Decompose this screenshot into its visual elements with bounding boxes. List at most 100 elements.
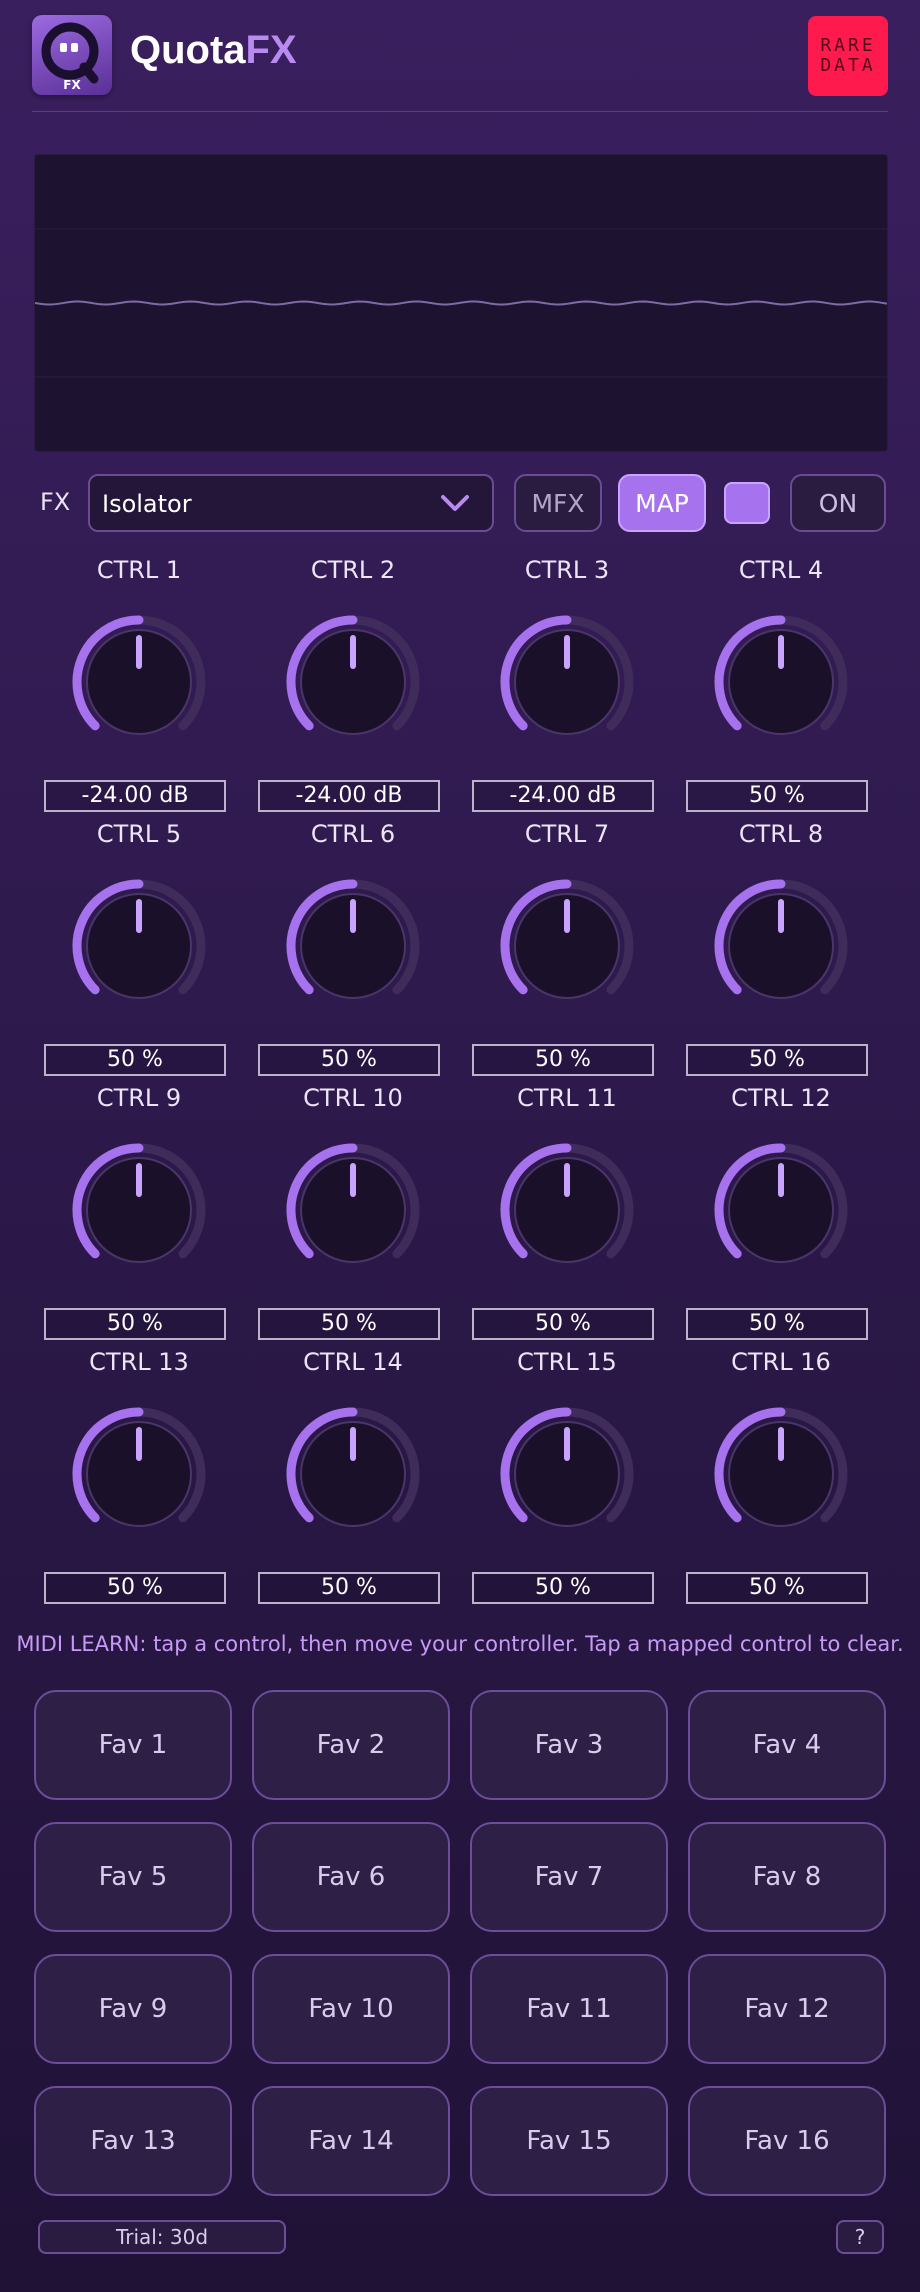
waveform-graph <box>34 228 888 378</box>
fav-button-13[interactable]: Fav 13 <box>34 2086 232 2196</box>
ctrl-12: CTRL 12 50 % <box>674 1084 888 1348</box>
knob-dial[interactable] <box>67 610 211 754</box>
waveform-line <box>34 300 888 306</box>
map-button[interactable]: MAP <box>618 474 706 532</box>
fx-select-value: Isolator <box>102 490 192 518</box>
app-logo: FX <box>32 15 112 95</box>
fav-button-1[interactable]: Fav 1 <box>34 1690 232 1800</box>
ctrl-4: CTRL 4 50 % <box>674 556 888 820</box>
fav-button-12[interactable]: Fav 12 <box>688 1954 886 2064</box>
mfx-button[interactable]: MFX <box>514 474 602 532</box>
knob-label: CTRL 10 <box>303 1084 403 1112</box>
knob-dial[interactable] <box>67 1138 211 1282</box>
knob-label: CTRL 6 <box>310 820 396 848</box>
color-toggle-button[interactable] <box>724 482 770 524</box>
knob-value-field[interactable]: -24.00 dB <box>472 780 654 812</box>
knob-dial[interactable] <box>67 874 211 1018</box>
ctrl-9: CTRL 9 50 % <box>32 1084 246 1348</box>
fav-button-3[interactable]: Fav 3 <box>470 1690 668 1800</box>
fav-button-14[interactable]: Fav 14 <box>252 2086 450 2196</box>
fav-button-6[interactable]: Fav 6 <box>252 1822 450 1932</box>
ctrl-16: CTRL 16 50 % <box>674 1348 888 1612</box>
logo-fx-badge: FX <box>63 78 81 92</box>
knob-dial[interactable] <box>495 1138 639 1282</box>
knob-value-field[interactable]: 50 % <box>258 1044 440 1076</box>
ctrl-7: CTRL 7 50 % <box>460 820 674 1084</box>
knob-label: CTRL 14 <box>303 1348 403 1376</box>
fx-select[interactable]: Isolator <box>88 474 494 532</box>
knob-label: CTRL 11 <box>517 1084 617 1112</box>
knob-label: CTRL 9 <box>96 1084 182 1112</box>
midi-learn-hint: MIDI LEARN: tap a control, then move you… <box>16 1632 904 1656</box>
knob-label: CTRL 2 <box>310 556 396 584</box>
fav-button-4[interactable]: Fav 4 <box>688 1690 886 1800</box>
knob-label: CTRL 15 <box>517 1348 617 1376</box>
knob-value-field[interactable]: 50 % <box>44 1308 226 1340</box>
fav-button-11[interactable]: Fav 11 <box>470 1954 668 2064</box>
knob-value-field[interactable]: 50 % <box>472 1572 654 1604</box>
knob-label: CTRL 16 <box>731 1348 831 1376</box>
knob-value-field[interactable]: -24.00 dB <box>258 780 440 812</box>
knob-dial[interactable] <box>709 1402 853 1546</box>
ctrl-10: CTRL 10 50 % <box>246 1084 460 1348</box>
knob-label: CTRL 12 <box>731 1084 831 1112</box>
knob-value-field[interactable]: 50 % <box>686 1572 868 1604</box>
fav-button-5[interactable]: Fav 5 <box>34 1822 232 1932</box>
ctrl-6: CTRL 6 50 % <box>246 820 460 1084</box>
fav-button-9[interactable]: Fav 9 <box>34 1954 232 2064</box>
knob-dial[interactable] <box>709 874 853 1018</box>
ctrl-1: CTRL 1 -24.00 dB <box>32 556 246 820</box>
knob-label: CTRL 4 <box>738 556 824 584</box>
fav-button-16[interactable]: Fav 16 <box>688 2086 886 2196</box>
app-title-part2: FX <box>245 28 297 72</box>
knob-dial[interactable] <box>281 610 425 754</box>
ctrl-2: CTRL 2 -24.00 dB <box>246 556 460 820</box>
header: FX QuotaFX RARE DATA <box>0 0 920 112</box>
knob-value-field[interactable]: 50 % <box>686 1044 868 1076</box>
ctrl-3: CTRL 3 -24.00 dB <box>460 556 674 820</box>
ctrl-14: CTRL 14 50 % <box>246 1348 460 1612</box>
fx-toolbar: FX Isolator MFX MAP ON <box>0 474 920 534</box>
fav-button-10[interactable]: Fav 10 <box>252 1954 450 2064</box>
rare-logo-line2: DATA <box>820 55 876 76</box>
app-title-part1: Quota <box>130 28 246 72</box>
knob-value-field[interactable]: 50 % <box>44 1572 226 1604</box>
knob-label: CTRL 7 <box>524 820 610 848</box>
fav-button-15[interactable]: Fav 15 <box>470 2086 668 2196</box>
knob-dial[interactable] <box>495 1402 639 1546</box>
knob-value-field[interactable]: 50 % <box>686 780 868 812</box>
rare-data-logo: RARE DATA <box>808 16 888 96</box>
knob-dial[interactable] <box>709 610 853 754</box>
knob-dial[interactable] <box>495 874 639 1018</box>
fx-label: FX <box>40 488 71 516</box>
ctrl-11: CTRL 11 50 % <box>460 1084 674 1348</box>
knob-value-field[interactable]: -24.00 dB <box>44 780 226 812</box>
knob-value-field[interactable]: 50 % <box>472 1044 654 1076</box>
ctrl-5: CTRL 5 50 % <box>32 820 246 1084</box>
knob-value-field[interactable]: 50 % <box>258 1572 440 1604</box>
knob-dial[interactable] <box>709 1138 853 1282</box>
knob-label: CTRL 1 <box>96 556 182 584</box>
on-button[interactable]: ON <box>790 474 886 532</box>
fav-button-8[interactable]: Fav 8 <box>688 1822 886 1932</box>
knob-dial[interactable] <box>281 874 425 1018</box>
knob-dial[interactable] <box>67 1402 211 1546</box>
knob-value-field[interactable]: 50 % <box>44 1044 226 1076</box>
knob-label: CTRL 5 <box>96 820 182 848</box>
chevron-down-icon <box>441 495 469 511</box>
fav-button-2[interactable]: Fav 2 <box>252 1690 450 1800</box>
knob-dial[interactable] <box>281 1402 425 1546</box>
waveform-display <box>34 154 888 452</box>
trial-badge[interactable]: Trial: 30d <box>38 2220 286 2254</box>
knob-value-field[interactable]: 50 % <box>258 1308 440 1340</box>
knob-dial[interactable] <box>281 1138 425 1282</box>
knob-dial[interactable] <box>495 610 639 754</box>
help-button[interactable]: ? <box>836 2220 884 2254</box>
footer: Trial: 30d ? <box>0 2216 920 2256</box>
knob-label: CTRL 8 <box>738 820 824 848</box>
knob-value-field[interactable]: 50 % <box>472 1308 654 1340</box>
knob-value-field[interactable]: 50 % <box>686 1308 868 1340</box>
knob-label: CTRL 3 <box>524 556 610 584</box>
fav-button-7[interactable]: Fav 7 <box>470 1822 668 1932</box>
knob-label: CTRL 13 <box>89 1348 189 1376</box>
